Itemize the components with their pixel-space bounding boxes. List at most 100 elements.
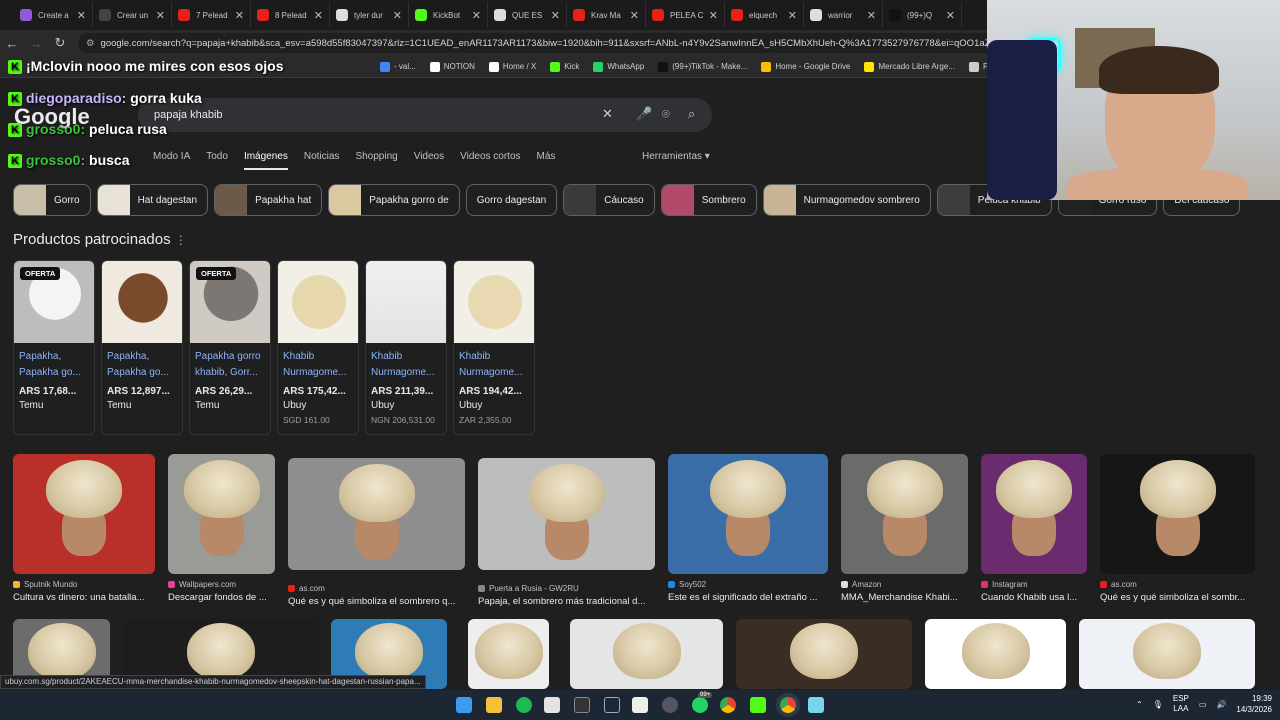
close-tab-icon[interactable]: ✕ <box>788 9 797 22</box>
image-result[interactable]: Wallpapers.com Descargar fondos de ... <box>168 454 275 603</box>
close-tab-icon[interactable]: ✕ <box>235 9 244 22</box>
chrome-icon[interactable] <box>720 697 736 713</box>
notepad-icon[interactable] <box>808 697 824 713</box>
search-mode-tab[interactable]: Imágenes <box>243 151 288 170</box>
refinement-chip[interactable]: Papakha gorro de <box>328 184 460 216</box>
refinement-chip[interactable]: Cáucaso <box>563 184 655 216</box>
search-input[interactable]: papaja khabib <box>154 109 223 121</box>
close-tab-icon[interactable]: ✕ <box>393 9 402 22</box>
chevron-up-icon[interactable]: ⌃ <box>1136 700 1143 709</box>
image-result[interactable]: Puerta a Rusia - GW2RU Papaja, el sombrer… <box>478 458 655 607</box>
bookmark-item[interactable]: Home / X <box>488 61 536 72</box>
browser-tab[interactable]: elquech ✕ <box>725 2 804 28</box>
refinement-chip[interactable]: Nurmagomedov sombrero <box>762 184 931 216</box>
close-tab-icon[interactable]: ✕ <box>472 9 481 22</box>
bookmark-item[interactable]: - val... <box>380 61 416 72</box>
browser-tab[interactable]: tyler dur ✕ <box>330 2 409 28</box>
tools-button[interactable]: Herramientas ▾ <box>642 151 710 162</box>
search-mode-tab[interactable]: Todo <box>206 151 228 170</box>
settings-icon[interactable] <box>662 697 678 713</box>
bookmark-item[interactable]: (99+)TikTok - Make... <box>658 61 747 72</box>
close-tab-icon[interactable]: ✕ <box>946 9 955 22</box>
product-price: ARS 12,897... <box>107 386 170 397</box>
search-mode-tab[interactable]: Más <box>537 151 556 170</box>
close-tab-icon[interactable]: ✕ <box>314 9 323 22</box>
image-result[interactable] <box>736 619 912 689</box>
refinement-chip[interactable]: Gorro dagestan <box>465 184 558 216</box>
lens-icon[interactable]: ⌾ <box>662 106 670 122</box>
search-mode-tab[interactable]: Modo IA <box>153 151 190 170</box>
browser-tab[interactable]: KickBot ✕ <box>409 2 488 28</box>
browser-tab[interactable]: Krav Ma ✕ <box>567 2 646 28</box>
search-box[interactable]: papaja khabib ✕ 🎤 ⌾ ⌕ <box>138 98 712 132</box>
image-result[interactable] <box>570 619 723 689</box>
close-tab-icon[interactable]: ✕ <box>709 9 718 22</box>
image-result[interactable]: Sputnik Mundo Cultura vs dinero: una bata… <box>13 454 155 603</box>
bookmark-item[interactable]: Mercado Libre Arge... <box>864 61 955 72</box>
reload-icon[interactable]: ↻ <box>48 35 72 51</box>
browser-tab[interactable]: 7 Pelead ✕ <box>172 2 251 28</box>
windows-start-icon[interactable] <box>456 697 472 713</box>
close-tab-icon[interactable]: ✕ <box>630 9 639 22</box>
close-tab-icon[interactable]: ✕ <box>867 9 876 22</box>
search-icon[interactable]: ⌕ <box>688 106 695 122</box>
close-tab-icon[interactable]: ✕ <box>551 9 560 22</box>
capcut-icon[interactable] <box>632 697 648 713</box>
spotify-icon[interactable] <box>516 697 532 713</box>
product-card[interactable]: Papakha, Papakha go... ARS 12,897... Temu <box>101 260 183 435</box>
browser-tab[interactable]: Crear un ✕ <box>93 2 172 28</box>
whatsapp-icon[interactable] <box>692 697 708 713</box>
refinement-chip[interactable]: Hat dagestan <box>96 184 209 216</box>
back-icon[interactable]: ← <box>0 36 24 51</box>
bookmark-item[interactable]: WhatsApp <box>593 61 644 72</box>
clock[interactable]: 19:39 14/3/2026 <box>1236 693 1272 715</box>
steam-icon[interactable] <box>604 697 620 713</box>
image-result[interactable]: as.com Qué es y qué simboliza el sombr... <box>1100 454 1255 603</box>
product-card[interactable]: Khabib Nurmagome... ARS 194,42... Ubuy ZAR … <box>453 260 535 435</box>
chrome-active-icon[interactable] <box>780 697 796 713</box>
image-result[interactable]: as.com Qué es y qué simboliza el sombrero… <box>288 458 465 607</box>
refinement-chip[interactable]: Gorro <box>13 184 91 216</box>
image-result[interactable]: Instagram Cuando Khabib usa l... <box>981 454 1087 603</box>
product-card[interactable]: Khabib Nurmagome... ARS 175,42... Ubuy SGD … <box>277 260 359 435</box>
image-thumbnail <box>478 458 655 570</box>
store-icon[interactable] <box>544 697 560 713</box>
bookmark-item[interactable]: NOTION <box>429 61 475 72</box>
image-result[interactable] <box>468 619 549 689</box>
refinement-chip[interactable]: Papakha hat <box>214 184 323 216</box>
image-result[interactable] <box>925 619 1066 689</box>
browser-tab[interactable]: Create a ✕ <box>14 2 93 28</box>
site-info-icon[interactable]: ⚙ <box>86 38 95 49</box>
browser-tab[interactable]: PELEA C ✕ <box>646 2 725 28</box>
network-icon[interactable]: ▭ <box>1199 700 1207 709</box>
search-mode-tab[interactable]: Videos <box>414 151 444 170</box>
kick-icon[interactable] <box>750 697 766 713</box>
language-indicator[interactable]: ESP LAA <box>1173 694 1189 714</box>
clear-icon[interactable]: ✕ <box>602 106 613 122</box>
search-mode-tab[interactable]: Shopping <box>355 151 397 170</box>
volume-icon[interactable]: 🔊 <box>1216 700 1226 709</box>
close-tab-icon[interactable]: ✕ <box>77 9 86 22</box>
bookmark-item[interactable]: Kick <box>550 61 579 72</box>
image-result[interactable]: Soy502 Este es el significado del extraño… <box>668 454 828 603</box>
image-result[interactable] <box>1079 619 1255 689</box>
product-card[interactable]: OFERTA Papakha, Papakha go... ARS 17,68...… <box>13 260 95 435</box>
file-explorer-icon[interactable] <box>486 697 502 713</box>
browser-tab[interactable]: warrior ✕ <box>804 2 883 28</box>
close-tab-icon[interactable]: ✕ <box>156 9 165 22</box>
more-options-icon[interactable]: ⋮ <box>175 233 187 247</box>
bookmark-item[interactable]: Home - Google Drive <box>761 61 850 72</box>
browser-tab[interactable]: 8 Pelead ✕ <box>251 2 330 28</box>
search-mode-tab[interactable]: Noticias <box>304 151 340 170</box>
refinement-chip[interactable]: Sombrero <box>660 184 757 216</box>
forward-icon[interactable]: → <box>24 36 48 51</box>
mic-tray-icon[interactable]: 🎙 <box>1153 700 1163 709</box>
browser-tab[interactable]: QUE ES ✕ <box>488 2 567 28</box>
product-card[interactable]: OFERTA Papakha gorro khabib, Gorr... ARS 2… <box>189 260 271 435</box>
product-card[interactable]: Khabib Nurmagome... ARS 211,39... Ubuy NGN … <box>365 260 447 435</box>
browser-tab[interactable]: (99+)Q ✕ <box>883 2 962 28</box>
image-result[interactable]: Amazon MMA_Merchandise Khabi... <box>841 454 968 603</box>
mic-icon[interactable]: 🎤 <box>636 106 652 122</box>
app-icon[interactable] <box>574 697 590 713</box>
search-mode-tab[interactable]: Videos cortos <box>460 151 520 170</box>
